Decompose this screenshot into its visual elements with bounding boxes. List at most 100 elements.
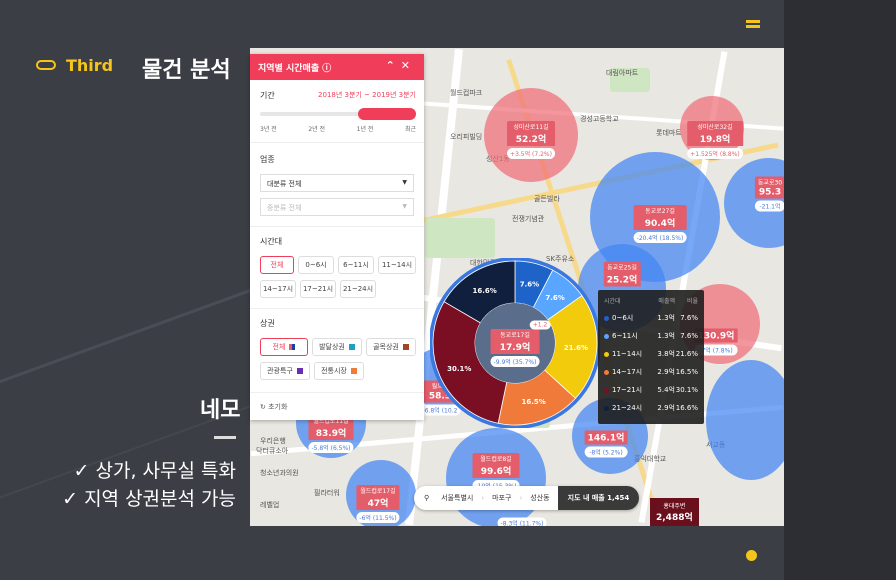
feature-item: ✓ 상가, 사무실 특화 (73, 460, 236, 482)
legend-sales: 2.9억 (657, 404, 675, 412)
slider-ticks: 3년 전 2년 전 1년 전 최근 (260, 126, 416, 133)
map-label: 우리은행 (260, 437, 286, 445)
map-label: 롯데마트 (656, 129, 682, 137)
area-chip[interactable]: 발달상권 (312, 338, 362, 356)
city-select[interactable]: 서울특별시 (433, 493, 481, 503)
legend-row: 17~21시 5.4억 30.1% (598, 381, 704, 399)
refresh-icon: ↻ (260, 403, 269, 411)
map-label: 레벨업 (260, 501, 280, 509)
chevron-up-icon[interactable]: ⌃ (386, 59, 401, 72)
legend-ratio: 7.6% (680, 314, 698, 322)
location-bar[interactable]: ⚲ 서울특별시 › 마포구 › 성산동 지도 내 매출 1,454 (414, 486, 640, 510)
panel-title: 지역별 시간매출 (258, 64, 320, 74)
dong-select[interactable]: 성산동 (522, 493, 557, 503)
industry-label: 업종 (260, 155, 275, 164)
legend-row: 0~6시 1.3억 7.6% (598, 309, 704, 327)
legend-category: 21~24시 (612, 404, 643, 412)
legend-category: 11~14시 (612, 350, 643, 358)
dropdown-arrow-icon: ▼ (402, 179, 407, 186)
brand-name: 네모 (200, 398, 241, 423)
reset-button[interactable]: ↻ 초기화 (260, 402, 287, 412)
region-bubble[interactable] (706, 360, 784, 480)
yellow-dot (746, 550, 757, 561)
panel-header: 지역별 시간매출 ⓘ ⌃✕ (250, 54, 424, 80)
filter-panel: 지역별 시간매출 ⓘ ⌃✕ 기간 2018년 3분기 ~ 2019년 3분기 3… (250, 54, 424, 420)
period-label: 기간 (260, 91, 275, 100)
legend-sales: 3.8억 (657, 350, 675, 358)
time-legend: 시간대 매출액 비율 0~6시 1.3억 7.6% 6~11시 1.3억 7.6% 11~14시… (598, 290, 704, 424)
donut-inner-change: +1.2 (529, 319, 551, 330)
time-label: 시간대 (260, 237, 283, 246)
donut-slice-label: 16.5% (522, 398, 546, 406)
legend-row: 14~17시 2.9억 16.5% (598, 363, 704, 381)
time-chip[interactable]: 11~14시 (378, 256, 416, 274)
map-label: 청소년과의원 (260, 469, 299, 477)
donut-slice-label: 21.6% (564, 344, 588, 352)
legend-swatch (604, 351, 609, 357)
period-value: 2018년 3분기 ~ 2019년 3분기 (318, 91, 416, 99)
legend-sales: 1.3억 (657, 314, 675, 322)
slide-title: 물건 분석 (142, 58, 231, 83)
map-label: 월드컵파크 (450, 89, 483, 97)
location-pin-icon: ⚲ (424, 494, 430, 502)
period-slider[interactable] (260, 108, 416, 120)
donut-slice-label: 30.1% (447, 365, 471, 373)
bubble-label: 성미산로32길 19.8억 +1.525억 (8.8%) (687, 121, 743, 159)
question-icon[interactable]: ⓘ (322, 64, 331, 74)
area-chip[interactable]: 전통시장 (314, 362, 364, 380)
legend-ratio: 30.1% (675, 386, 698, 394)
district-select[interactable]: 마포구 (484, 493, 519, 503)
legend-category: 14~17시 (612, 368, 643, 376)
map-label: 필라터워 (314, 489, 340, 497)
bubble-label: 동교로30 95.3 -21.1억 (754, 176, 784, 212)
area-label: 상권 (260, 319, 275, 328)
legend-sales: 5.4억 (657, 386, 675, 394)
map-label: 닥터큐소아 (256, 447, 289, 455)
legend-swatch (604, 387, 609, 393)
bubble-label: 월드컵로11길 83.9억 -5.8억 (6.5%) (308, 415, 354, 453)
legend-ratio: 16.5% (675, 368, 698, 376)
time-chip[interactable]: 0~6시 (298, 256, 334, 274)
hongdae-label: 홍대주변 2,488억 (650, 498, 699, 526)
industry-minor-select[interactable]: 중분류 전체 ▼ (260, 198, 414, 216)
divider (214, 436, 236, 439)
donut-slice-label: 7.6% (520, 281, 539, 289)
legend-swatch (604, 315, 609, 321)
menu-icon[interactable] (746, 20, 760, 30)
donut-slice-label: 16.6% (472, 287, 496, 295)
time-chip[interactable]: 17~21시 (300, 280, 336, 298)
donut-slice-label: 7.6% (545, 294, 564, 302)
legend-swatch (604, 369, 609, 375)
legend-ratio: 16.6% (675, 404, 698, 412)
time-chip[interactable]: 21~24시 (340, 280, 376, 298)
bubble-label: -8.3억 (11.7%) (497, 516, 547, 526)
industry-major-select[interactable]: 대분류 전체 ▼ (260, 174, 414, 192)
legend-ratio: 7.6% (680, 332, 698, 340)
legend-row: 11~14시 3.8억 21.6% (598, 345, 704, 363)
legend-category: 6~11시 (612, 332, 638, 340)
legend-category: 17~21시 (612, 386, 643, 394)
bubble-label: 월드컵로17길 47억 -6억 (11.5%) (356, 485, 400, 523)
map-label: 대림아파트 (606, 69, 639, 77)
slider-handle[interactable] (358, 108, 416, 120)
legend-swatch (604, 405, 609, 411)
legend-ratio: 21.6% (675, 350, 698, 358)
map-label: 경성고등학교 (580, 115, 619, 123)
close-icon[interactable]: ✕ (401, 59, 416, 72)
bubble-label: 동교로27길 90.4억 -20.4억 (18.5%) (633, 205, 687, 243)
bubble-label: 동교로25길 25.2억 (603, 261, 641, 287)
dropdown-arrow-icon: ▼ (402, 203, 407, 210)
time-chip[interactable]: 전체 (260, 256, 294, 274)
map-label: 골든빌라 (534, 195, 560, 203)
time-chip[interactable]: 14~17시 (260, 280, 296, 298)
legend-swatch (604, 333, 609, 339)
legend-category: 0~6시 (612, 314, 634, 322)
legend-sales: 1.3억 (657, 332, 675, 340)
time-chip[interactable]: 6~11시 (338, 256, 374, 274)
legend-row: 6~11시 1.3억 7.6% (598, 327, 704, 345)
area-chip[interactable]: 관광특구 (260, 362, 310, 380)
area-chip[interactable]: 골목상권 (366, 338, 416, 356)
donut-center-label: 동교로17길 17.9억 -9.9억 (35.7%) (490, 329, 540, 367)
area-chip[interactable]: 전체 (260, 338, 308, 356)
bubble-label: 성미산로11길 52.2억 +3.5억 (7.2%) (507, 121, 555, 159)
